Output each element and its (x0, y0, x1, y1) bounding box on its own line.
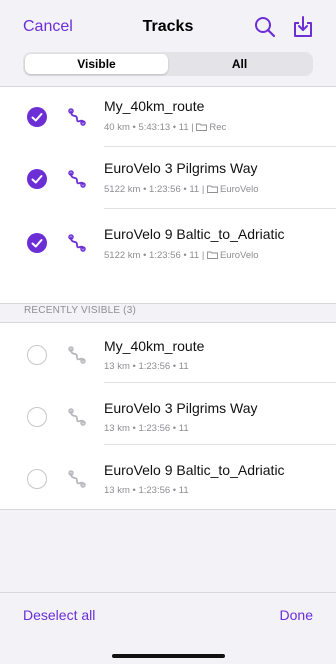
folder-icon (207, 185, 218, 193)
track-row[interactable]: EuroVelo 9 Baltic_to_Adriatic 5122 km • … (0, 211, 336, 271)
track-meta: 40 km • 5:43:13 • 11 | Rec (104, 122, 226, 133)
track-name: EuroVelo 3 Pilgrims Way (104, 400, 258, 416)
bottom-toolbar: Deselect all Done (0, 592, 336, 664)
track-meta: 5122 km • 1:23:56 • 11 | EuroVelo (104, 250, 259, 261)
checkmark-icon (31, 113, 43, 122)
tab-all[interactable]: All (168, 54, 311, 74)
divider (104, 208, 336, 209)
route-icon (68, 234, 86, 252)
checkbox-checked[interactable] (27, 107, 47, 127)
visible-tracks-list: My_40km_route 40 km • 5:43:13 • 11 | Rec… (0, 86, 336, 304)
search-icon[interactable] (254, 16, 276, 38)
track-folder: EuroVelo (219, 250, 259, 261)
home-indicator (112, 654, 225, 658)
track-row[interactable]: EuroVelo 9 Baltic_to_Adriatic 13 km • 1:… (0, 447, 336, 507)
track-name: My_40km_route (104, 98, 205, 114)
route-icon (68, 108, 86, 126)
divider (104, 382, 336, 383)
tab-visible[interactable]: Visible (25, 54, 168, 74)
checkbox-unchecked[interactable] (27, 345, 47, 365)
divider (104, 444, 336, 445)
track-meta: 13 km • 1:23:56 • 11 (104, 423, 189, 434)
checkbox-checked[interactable] (27, 233, 47, 253)
checkbox-unchecked[interactable] (27, 469, 47, 489)
done-button[interactable]: Done (280, 607, 313, 623)
track-meta: 13 km • 1:23:56 • 11 (104, 485, 189, 496)
checkbox-unchecked[interactable] (27, 407, 47, 427)
track-folder: EuroVelo (219, 184, 259, 195)
track-stats: 5122 km • 1:23:56 • 11 | (104, 184, 205, 195)
track-meta: 13 km • 1:23:56 • 11 (104, 361, 189, 372)
deselect-all-button[interactable]: Deselect all (23, 607, 95, 623)
section-header-recently-visible: RECENTLY VISIBLE (3) (24, 305, 136, 316)
folder-icon (207, 251, 218, 259)
route-icon (68, 408, 86, 426)
track-row[interactable]: EuroVelo 3 Pilgrims Way 13 km • 1:23:56 … (0, 385, 336, 445)
track-name: EuroVelo 9 Baltic_to_Adriatic (104, 462, 285, 478)
checkbox-checked[interactable] (27, 169, 47, 189)
route-icon (68, 346, 86, 364)
track-stats: 5122 km • 1:23:56 • 11 | (104, 250, 205, 261)
route-icon (68, 470, 86, 488)
track-name: My_40km_route (104, 338, 205, 354)
divider (104, 146, 336, 147)
track-folder: Rec (209, 122, 227, 133)
track-row[interactable]: My_40km_route 40 km • 5:43:13 • 11 | Rec (0, 87, 336, 147)
folder-icon (196, 123, 208, 131)
visibility-segmented-control: Visible All (23, 52, 313, 76)
route-icon (68, 170, 86, 188)
track-stats: 40 km • 5:43:13 • 11 | (104, 122, 194, 133)
nav-bar: Cancel Tracks Visible All (0, 0, 336, 88)
track-name: EuroVelo 9 Baltic_to_Adriatic (104, 226, 285, 242)
track-row[interactable]: My_40km_route 13 km • 1:23:56 • 11 (0, 323, 336, 383)
import-icon[interactable] (293, 16, 313, 38)
track-row[interactable]: EuroVelo 3 Pilgrims Way 5122 km • 1:23:5… (0, 149, 336, 209)
page-title: Tracks (142, 18, 194, 35)
checkmark-icon (31, 239, 43, 248)
track-meta: 5122 km • 1:23:56 • 11 | EuroVelo (104, 184, 259, 195)
recently-visible-list: My_40km_route 13 km • 1:23:56 • 11 EuroV… (0, 322, 336, 510)
checkmark-icon (31, 175, 43, 184)
track-name: EuroVelo 3 Pilgrims Way (104, 160, 258, 176)
